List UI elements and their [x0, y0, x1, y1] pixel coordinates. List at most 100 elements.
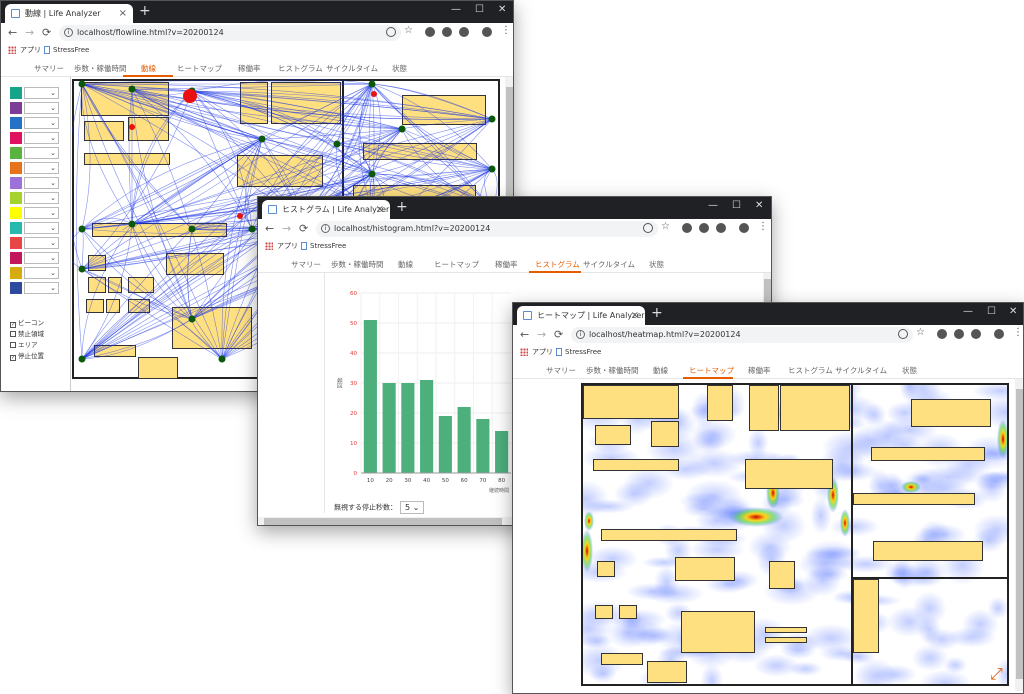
close-window-icon[interactable]: ✕: [755, 200, 763, 211]
profile-icon[interactable]: [994, 329, 1004, 339]
worker-select[interactable]: ⌄: [24, 177, 59, 189]
checkbox[interactable]: ✓: [10, 355, 16, 361]
bookmark-star-icon[interactable]: ☆: [404, 26, 414, 36]
maximize-icon[interactable]: ☐: [475, 4, 484, 15]
tab-utilization[interactable]: 稼働率: [238, 63, 261, 74]
color-swatch[interactable]: [10, 162, 22, 174]
forward-icon[interactable]: →: [282, 222, 291, 235]
tab-utilization[interactable]: 稼働率: [748, 365, 771, 376]
worker-select[interactable]: ⌄: [24, 162, 59, 174]
maximize-icon[interactable]: ☐: [732, 200, 741, 211]
profile-icon[interactable]: [739, 223, 749, 233]
worker-select[interactable]: ⌄: [24, 117, 59, 129]
info-icon[interactable]: i: [576, 330, 585, 339]
color-swatch[interactable]: [10, 87, 22, 99]
reload-icon[interactable]: ⟳: [554, 328, 563, 341]
apps-icon[interactable]: [520, 348, 528, 356]
checkbox-prohibited-area[interactable]: 禁止領域: [10, 330, 44, 338]
extension-icon[interactable]: [699, 223, 709, 233]
browser-tab[interactable]: ヒストグラム | Life Analyzer ×: [262, 200, 390, 219]
bookmark-apps[interactable]: アプリ: [532, 345, 553, 359]
color-swatch[interactable]: [10, 117, 22, 129]
new-tab-icon[interactable]: +: [139, 3, 151, 19]
new-tab-icon[interactable]: +: [651, 305, 663, 321]
new-tab-icon[interactable]: +: [396, 199, 408, 215]
bookmark-apps[interactable]: アプリ: [277, 239, 298, 253]
minimize-icon[interactable]: —: [451, 4, 461, 15]
color-swatch[interactable]: [10, 177, 22, 189]
tab-histogram[interactable]: ヒストグラム: [535, 259, 580, 270]
browser-tab[interactable]: ヒートマップ | Life Analyzer ×: [517, 306, 645, 325]
worker-select[interactable]: ⌄: [24, 237, 59, 249]
extension-icon[interactable]: [716, 223, 726, 233]
back-icon[interactable]: ←: [520, 328, 529, 341]
bookmark-star-icon[interactable]: ☆: [916, 328, 926, 338]
tab-summary[interactable]: サマリー: [546, 365, 576, 376]
minimize-icon[interactable]: —: [708, 200, 718, 211]
worker-select[interactable]: ⌄: [24, 132, 59, 144]
close-tab-icon[interactable]: ×: [376, 200, 384, 219]
tab-histogram[interactable]: ヒストグラム: [788, 365, 833, 376]
color-swatch[interactable]: [10, 147, 22, 159]
zoom-icon[interactable]: [643, 223, 653, 233]
apps-icon[interactable]: [8, 46, 16, 54]
color-swatch[interactable]: [10, 237, 22, 249]
scrollbar-thumb[interactable]: [264, 518, 502, 525]
reload-icon[interactable]: ⟳: [299, 222, 308, 235]
worker-select[interactable]: ⌄: [24, 207, 59, 219]
info-icon[interactable]: i: [64, 28, 73, 37]
menu-icon[interactable]: ⋮: [1013, 328, 1023, 338]
worker-select[interactable]: ⌄: [24, 102, 59, 114]
tab-steps[interactable]: 歩数・稼働時間: [586, 365, 639, 376]
tab-heatmap[interactable]: ヒートマップ: [434, 259, 479, 270]
tab-flowline[interactable]: 動線: [398, 259, 413, 270]
tab-cycletime[interactable]: サイクルタイム: [583, 259, 635, 270]
bookmark-stressfree[interactable]: StressFree: [565, 345, 601, 359]
menu-icon[interactable]: ⋮: [501, 26, 511, 36]
profile-icon[interactable]: [482, 27, 492, 37]
extension-icon[interactable]: [954, 329, 964, 339]
tab-flowline[interactable]: 動線: [141, 63, 156, 74]
checkbox[interactable]: ✓: [10, 322, 16, 328]
bookmark-stressfree[interactable]: StressFree: [310, 239, 346, 253]
bookmark-star-icon[interactable]: ☆: [661, 222, 671, 232]
minimize-icon[interactable]: —: [963, 306, 973, 317]
forward-icon[interactable]: →: [537, 328, 546, 341]
fullscreen-icon[interactable]: ⤢: [990, 664, 1003, 684]
close-tab-icon[interactable]: ×: [631, 306, 639, 325]
worker-select[interactable]: ⌄: [24, 252, 59, 264]
tab-heatmap[interactable]: ヒートマップ: [689, 365, 734, 376]
browser-tab[interactable]: 動線 | Life Analyzer ×: [5, 4, 133, 23]
worker-select[interactable]: ⌄: [24, 147, 59, 159]
tab-summary[interactable]: サマリー: [34, 63, 64, 74]
tab-status[interactable]: 状態: [902, 365, 917, 376]
back-icon[interactable]: ←: [8, 26, 17, 39]
reload-icon[interactable]: ⟳: [42, 26, 51, 39]
address-bar[interactable]: i localhost/histogram.html?v=20200124: [316, 221, 658, 237]
worker-select[interactable]: ⌄: [24, 87, 59, 99]
tab-cycletime[interactable]: サイクルタイム: [326, 63, 378, 74]
color-swatch[interactable]: [10, 222, 22, 234]
color-swatch[interactable]: [10, 282, 22, 294]
color-swatch[interactable]: [10, 267, 22, 279]
bookmark-apps[interactable]: アプリ: [20, 43, 41, 57]
extension-icon[interactable]: [937, 329, 947, 339]
tab-steps[interactable]: 歩数・稼働時間: [331, 259, 384, 270]
back-icon[interactable]: ←: [265, 222, 274, 235]
checkbox-stop-position[interactable]: ✓ 停止位置: [10, 352, 44, 361]
tab-heatmap[interactable]: ヒートマップ: [177, 63, 222, 74]
forward-icon[interactable]: →: [25, 26, 34, 39]
checkbox-beacon[interactable]: ✓ ビーコン: [10, 319, 44, 328]
info-icon[interactable]: i: [321, 224, 330, 233]
close-tab-icon[interactable]: ×: [119, 4, 127, 23]
extension-icon[interactable]: [459, 27, 469, 37]
zoom-icon[interactable]: [386, 27, 396, 37]
extension-icon[interactable]: [971, 329, 981, 339]
close-window-icon[interactable]: ✕: [498, 4, 506, 15]
color-swatch[interactable]: [10, 192, 22, 204]
color-swatch[interactable]: [10, 207, 22, 219]
checkbox[interactable]: [10, 342, 16, 348]
color-swatch[interactable]: [10, 252, 22, 264]
tab-cycletime[interactable]: サイクルタイム: [835, 365, 887, 376]
worker-select[interactable]: ⌄: [24, 192, 59, 204]
